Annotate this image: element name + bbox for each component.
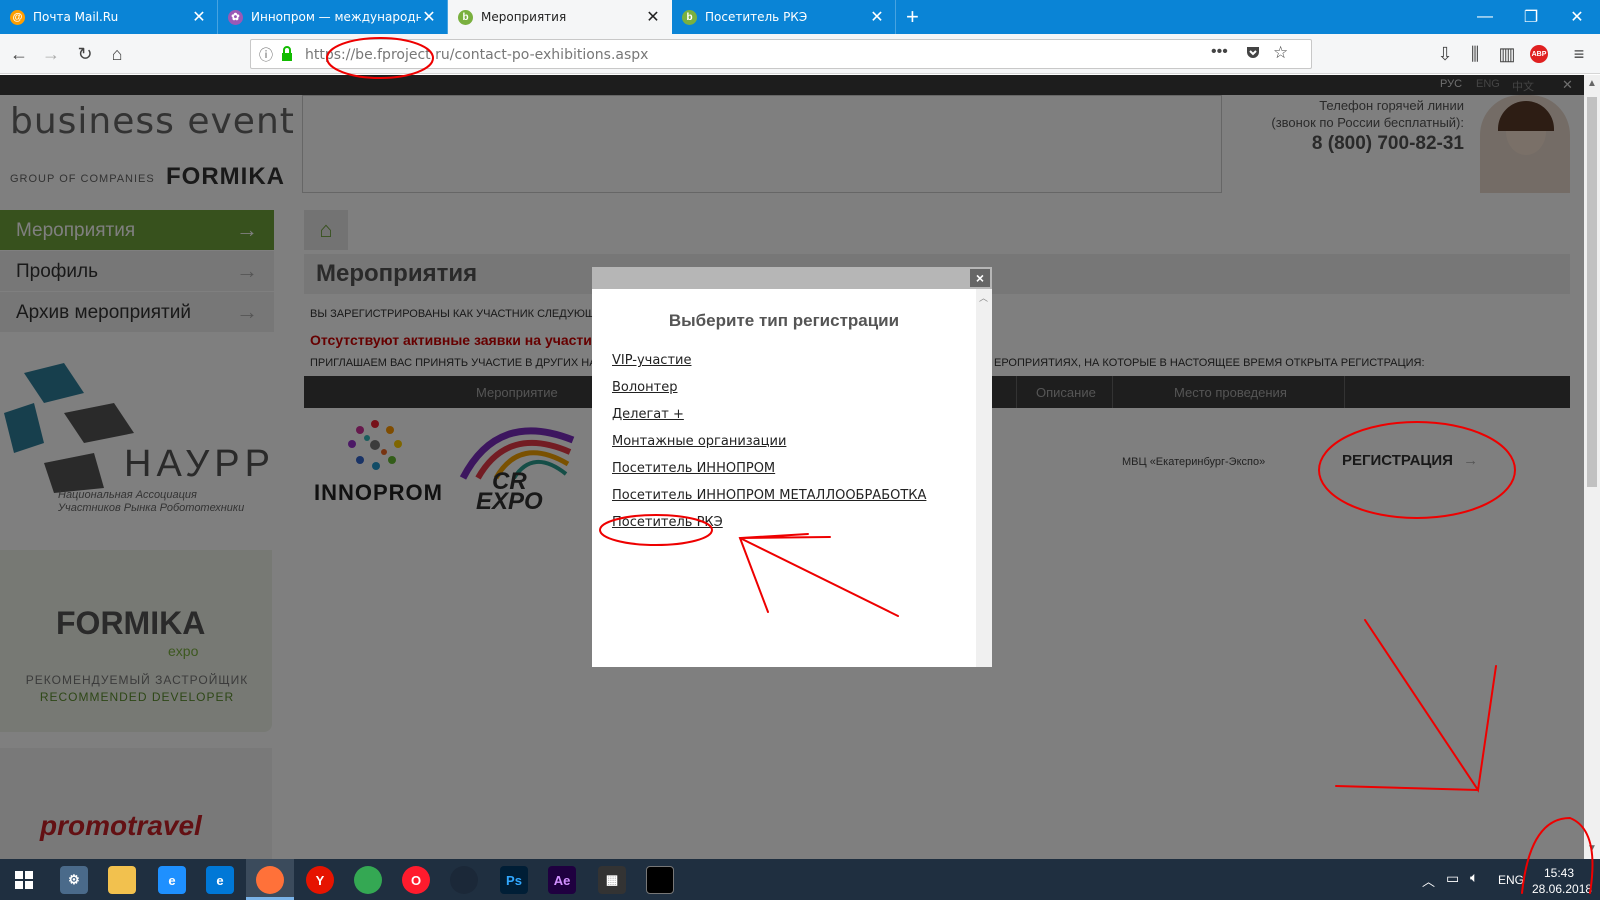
tab-label: Посетитель РКЭ (705, 10, 808, 24)
tab-mail[interactable]: @ Почта Mail.Ru ✕ (0, 0, 218, 34)
scrollbar-thumb[interactable] (1587, 97, 1597, 487)
after-effects-icon[interactable]: Ae (548, 866, 576, 894)
mail-favicon-icon: @ (10, 9, 25, 25)
windows-taskbar: ⚙ e e Y O Ps Ae ▦ ︿ ▭ 🔈︎ ENG 15:43 28.06… (0, 859, 1600, 900)
close-icon[interactable]: ✕ (191, 7, 207, 27)
clock-time[interactable]: 15:43 (1544, 866, 1574, 880)
yandex-browser-icon[interactable]: Y (306, 866, 334, 894)
reload-icon[interactable]: ↻ (72, 42, 98, 66)
address-bar[interactable]: ⓘ https://be.fproject.ru/contact-po-exhi… (250, 39, 1312, 69)
business-event-favicon-icon: b (458, 9, 473, 25)
url-text: https://be.fproject.ru/contact-po-exhibi… (305, 47, 649, 63)
tray-expand-icon[interactable]: ︿ (1422, 871, 1435, 890)
chrome-icon[interactable] (354, 866, 382, 894)
downloads-icon[interactable]: ⇩ (1432, 42, 1458, 66)
info-icon[interactable]: ⓘ (259, 45, 273, 65)
steam-icon[interactable] (450, 866, 478, 894)
explorer-icon[interactable] (108, 866, 136, 894)
adblock-label: ABP (1530, 45, 1548, 63)
forward-icon[interactable]: → (38, 42, 64, 66)
option-delegate-plus[interactable]: Делегат + (612, 407, 684, 422)
photoshop-icon[interactable]: Ps (500, 866, 528, 894)
more-icon[interactable]: ••• (1211, 43, 1228, 61)
scroll-up-icon[interactable]: ︿ (979, 291, 988, 304)
ie-icon[interactable]: e (158, 866, 186, 894)
clock-date[interactable]: 28.06.2018 (1532, 882, 1592, 896)
web-page: РУС ENG 中文 ✕ business event GROUP OF COM… (0, 75, 1584, 859)
option-rke-visitor[interactable]: Посетитель РКЭ (612, 515, 723, 530)
page-scrollbar[interactable]: ▲ ▼ (1584, 75, 1600, 859)
option-innoprom-metalworking-visitor[interactable]: Посетитель ИННОПРОМ МЕТАЛЛООБРАБОТКА (612, 488, 926, 503)
pocket-icon[interactable] (1245, 44, 1261, 60)
firefox-icon[interactable] (256, 866, 284, 894)
browser-nav-bar: ← → ↻ ⌂ ⓘ https://be.fproject.ru/contact… (0, 34, 1600, 74)
opera-icon[interactable]: O (402, 866, 430, 894)
option-installers[interactable]: Монтажные организации (612, 434, 786, 449)
library-icon[interactable]: ⫼ (1462, 42, 1488, 66)
edge-icon[interactable]: e (206, 866, 234, 894)
minimize-icon[interactable]: — (1462, 0, 1508, 34)
modal-title: Выберите тип регистрации (668, 311, 900, 330)
lock-icon (281, 46, 292, 61)
close-icon[interactable]: ✕ (869, 7, 885, 27)
tab-label: Почта Mail.Ru (33, 10, 119, 24)
network-icon[interactable]: ▭ (1446, 870, 1459, 887)
modal-title-bar (592, 267, 992, 289)
settings-app-icon[interactable]: ⚙ (60, 866, 88, 894)
option-volunteer[interactable]: Волонтер (612, 380, 677, 395)
star-icon[interactable]: ☆ (1273, 43, 1288, 63)
restore-icon[interactable]: ❐ (1508, 0, 1554, 34)
modal-scrollbar[interactable]: ︿ (976, 289, 992, 667)
new-tab-button[interactable]: + (906, 4, 919, 30)
back-icon[interactable]: ← (6, 42, 32, 66)
tab-events[interactable]: b Мероприятия ✕ (448, 0, 672, 34)
registration-type-modal: × ︿ Выберите тип регистрации VIP-участие… (592, 267, 992, 667)
tab-label: Иннопром — международная (251, 10, 421, 24)
tray-language[interactable]: ENG (1498, 873, 1524, 887)
menu-icon[interactable]: ≡ (1566, 42, 1592, 66)
tab-innoprom[interactable]: ✿ Иннопром — международная ✕ (218, 0, 448, 34)
scroll-up-icon[interactable]: ▲ (1587, 78, 1597, 89)
option-vip[interactable]: VIP-участие (612, 353, 691, 368)
close-icon[interactable]: ✕ (645, 7, 661, 27)
sidebar-icon[interactable]: ▥ (1494, 42, 1520, 66)
adblock-icon[interactable]: ABP (1526, 42, 1552, 66)
tab-rke-visitor[interactable]: b Посетитель РКЭ ✕ (672, 0, 896, 34)
scroll-down-icon[interactable]: ▼ (1587, 843, 1597, 854)
innoprom-favicon-icon: ✿ (228, 9, 243, 25)
home-icon[interactable]: ⌂ (104, 42, 130, 66)
start-icon[interactable] (10, 866, 38, 894)
media-icon[interactable]: ▦ (598, 866, 626, 894)
volume-icon[interactable]: 🔈︎ (1470, 869, 1478, 886)
browser-tab-bar: @ Почта Mail.Ru ✕ ✿ Иннопром — междунаро… (0, 0, 1600, 34)
close-icon[interactable]: ✕ (421, 7, 437, 27)
cmd-icon[interactable] (646, 866, 674, 894)
tab-label: Мероприятия (481, 10, 567, 24)
window-close-icon[interactable]: ✕ (1554, 0, 1600, 34)
option-innoprom-visitor[interactable]: Посетитель ИННОПРОМ (612, 461, 775, 476)
business-event-favicon-icon: b (682, 9, 697, 25)
modal-close-button[interactable]: × (970, 269, 990, 287)
